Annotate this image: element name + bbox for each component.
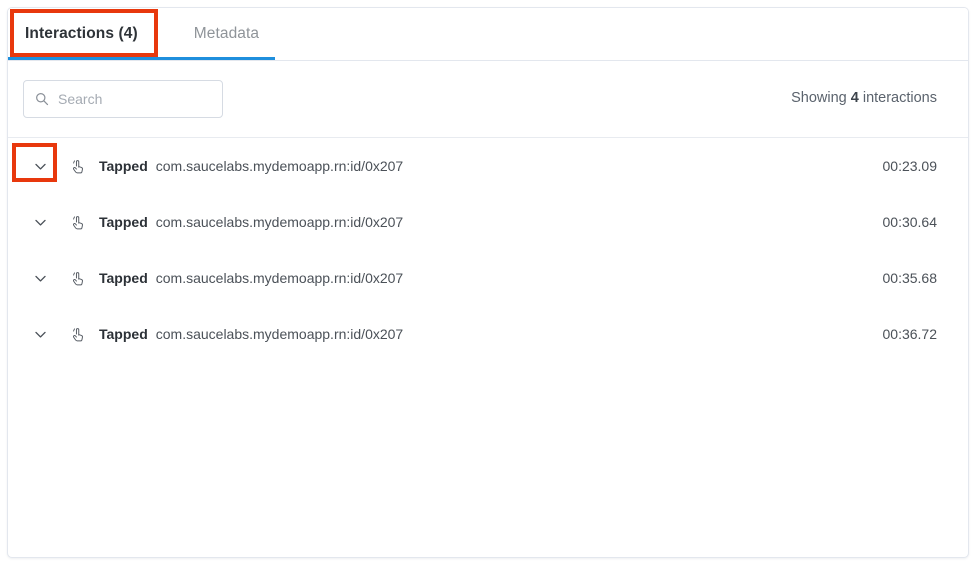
interaction-target: com.saucelabs.mydemoapp.rn:id/0x207 bbox=[155, 214, 404, 230]
interaction-timestamp: 00:23.09 bbox=[882, 158, 938, 174]
interaction-timestamp: 00:30.64 bbox=[882, 214, 938, 230]
interaction-action: Tapped bbox=[99, 158, 148, 174]
expand-toggle-0[interactable] bbox=[25, 159, 55, 174]
table-row[interactable]: Tapped com.saucelabs.mydemoapp.rn:id/0x2… bbox=[8, 250, 968, 306]
tab-interactions[interactable]: Interactions (4) bbox=[25, 8, 180, 60]
interaction-action: Tapped bbox=[99, 214, 148, 230]
summary-count: 4 bbox=[850, 90, 859, 106]
list-header: Showing 4 interactions bbox=[8, 61, 968, 138]
interaction-target: com.saucelabs.mydemoapp.rn:id/0x207 bbox=[155, 270, 404, 286]
chevron-down-icon bbox=[34, 331, 46, 338]
summary-prefix: Showing bbox=[791, 90, 847, 106]
panel-card: Interactions (4) Metadata Showing 4 inte… bbox=[7, 7, 969, 558]
interactions-panel: Interactions (4) Metadata Showing 4 inte… bbox=[0, 0, 976, 564]
chevron-down-icon bbox=[34, 219, 46, 226]
chevron-down-icon bbox=[34, 275, 46, 282]
interaction-target: com.saucelabs.mydemoapp.rn:id/0x207 bbox=[155, 158, 404, 174]
table-row[interactable]: Tapped com.saucelabs.mydemoapp.rn:id/0x2… bbox=[8, 194, 968, 250]
tab-bar: Interactions (4) Metadata bbox=[8, 8, 968, 61]
tab-metadata[interactable]: Metadata bbox=[180, 8, 259, 60]
results-summary: Showing 4 interactions bbox=[791, 90, 937, 106]
table-row[interactable]: Tapped com.saucelabs.mydemoapp.rn:id/0x2… bbox=[8, 138, 968, 194]
interaction-target: com.saucelabs.mydemoapp.rn:id/0x207 bbox=[155, 326, 404, 342]
search-box[interactable] bbox=[23, 80, 239, 118]
search-input[interactable] bbox=[58, 91, 239, 107]
search-icon bbox=[36, 93, 49, 106]
chevron-down-icon bbox=[34, 163, 46, 170]
interaction-action: Tapped bbox=[99, 326, 148, 342]
expand-toggle-2[interactable] bbox=[25, 271, 55, 286]
active-tab-underline bbox=[8, 57, 275, 60]
tap-gesture-icon bbox=[72, 159, 83, 173]
interaction-action: Tapped bbox=[99, 270, 148, 286]
table-row[interactable]: Tapped com.saucelabs.mydemoapp.rn:id/0x2… bbox=[8, 306, 968, 362]
expand-toggle-1[interactable] bbox=[25, 215, 55, 230]
summary-suffix: interactions bbox=[862, 90, 937, 106]
tap-gesture-icon bbox=[72, 271, 83, 285]
interaction-timestamp: 00:36.72 bbox=[882, 326, 938, 342]
interaction-timestamp: 00:35.68 bbox=[882, 270, 938, 286]
tap-gesture-icon bbox=[72, 215, 83, 229]
tap-gesture-icon bbox=[72, 327, 83, 341]
tab-list: Interactions (4) Metadata bbox=[8, 8, 968, 60]
interaction-list: Tapped com.saucelabs.mydemoapp.rn:id/0x2… bbox=[8, 138, 968, 362]
expand-toggle-3[interactable] bbox=[25, 327, 55, 342]
